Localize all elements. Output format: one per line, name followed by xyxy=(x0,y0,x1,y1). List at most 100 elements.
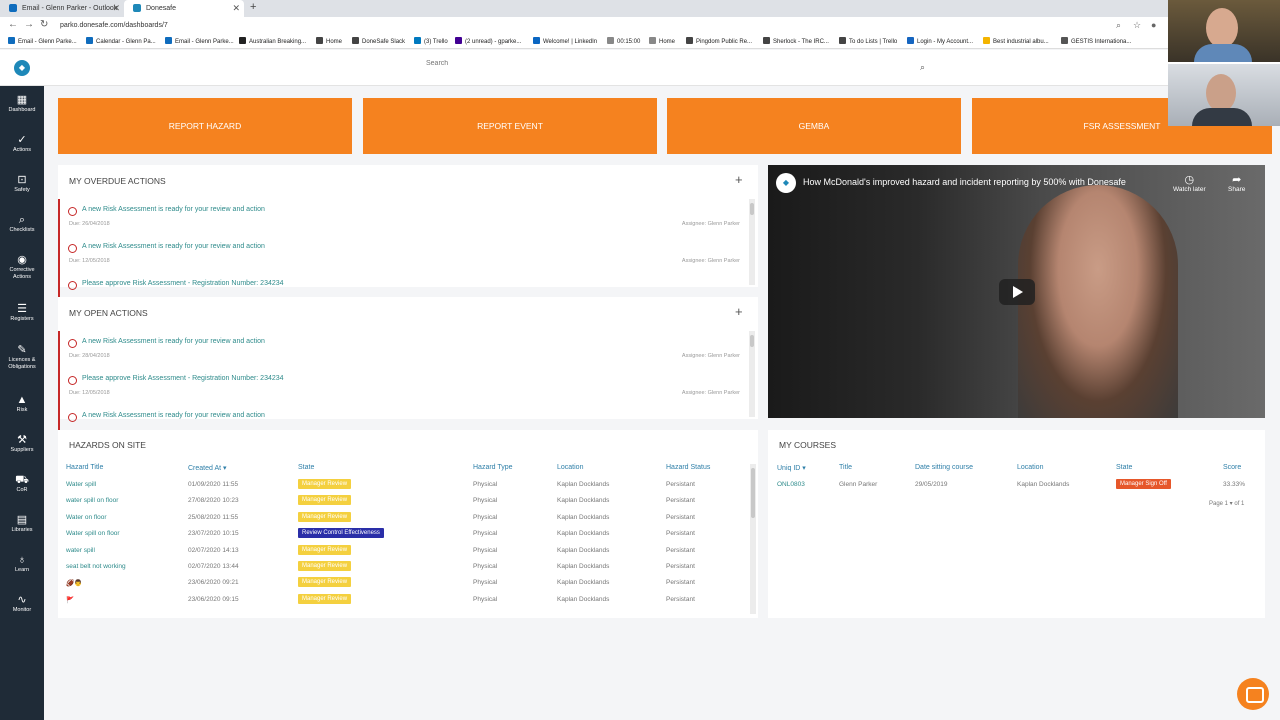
hazard-title[interactable]: water spill on floor xyxy=(66,497,118,504)
watch-later-button[interactable]: ◷ Watch later xyxy=(1173,173,1206,193)
reload-icon[interactable]: ↻ xyxy=(40,19,48,30)
channel-logo-icon[interactable]: ◆ xyxy=(776,173,796,193)
video-title[interactable]: How McDonald's improved hazard and incid… xyxy=(803,177,1126,187)
action-title[interactable]: A new Risk Assessment is ready for your … xyxy=(82,412,265,419)
hazard-title[interactable]: Water spill on floor xyxy=(66,530,120,537)
bookmark-item[interactable]: Email - Glenn Parke... xyxy=(8,37,77,45)
table-row[interactable]: seat belt not working 02/07/2020 13:44 Man… xyxy=(58,561,748,579)
close-icon[interactable]: ✕ xyxy=(232,3,240,14)
course-id[interactable]: ONL0803 xyxy=(777,481,805,488)
table-row[interactable]: ONL0803 Glenn Parker 29/05/2019 Kaplan Dock… xyxy=(768,479,1258,497)
column-header[interactable]: Uniq ID ▾ xyxy=(777,464,806,472)
sidebar-item-safety[interactable]: ⊡ Safety xyxy=(0,174,44,194)
bookmark-item[interactable]: Login - My Account... xyxy=(907,37,973,45)
bookmark-item[interactable]: Home xyxy=(316,37,342,45)
table-row[interactable]: Water spill on floor 23/07/2020 10:15 Revi… xyxy=(58,528,748,546)
sidebar-item-monitor[interactable]: ∿ Monitor xyxy=(0,594,44,614)
bookmark-item[interactable]: Calendar - Glenn Pa... xyxy=(86,37,156,45)
sidebar-item-learn[interactable]: ♁ Learn xyxy=(0,554,44,574)
browser-tab-outlook[interactable]: Email - Glenn Parker - Outlook ✕ xyxy=(0,0,124,17)
column-header[interactable]: State xyxy=(298,464,314,471)
extension-icon[interactable]: ● xyxy=(1151,20,1156,30)
browser-tab-donesafe[interactable]: Donesafe ✕ xyxy=(124,0,244,17)
back-icon[interactable]: ← xyxy=(8,19,18,30)
hazard-title[interactable]: water spill xyxy=(66,547,95,554)
bookmark-item[interactable]: GESTIS Internationa... xyxy=(1061,37,1131,45)
column-header[interactable]: Score xyxy=(1223,464,1241,471)
column-header[interactable]: Location xyxy=(1017,464,1043,471)
column-header[interactable]: Location xyxy=(557,464,583,471)
bookmark-item[interactable]: 00:15:00 xyxy=(607,37,640,45)
search-icon[interactable]: ⌕ xyxy=(920,62,925,73)
bookmark-item[interactable]: Home xyxy=(649,37,675,45)
sidebar-item-licences[interactable]: ✎ Licences & Obligations xyxy=(0,344,44,371)
bookmark-item[interactable]: (3) Trello xyxy=(414,37,448,45)
action-item[interactable]: A new Risk Assessment is ready for your … xyxy=(58,236,746,273)
video-player[interactable]: ◆ How McDonald's improved hazard and inc… xyxy=(768,165,1265,418)
plus-icon[interactable]: + xyxy=(735,172,743,187)
column-header[interactable]: Hazard Type xyxy=(473,464,513,471)
sidebar-item-risk[interactable]: ▲ Risk xyxy=(0,394,44,414)
report-event-button[interactable]: REPORT EVENT xyxy=(363,98,657,154)
chat-widget-button[interactable] xyxy=(1237,678,1269,710)
sidebar-item-libraries[interactable]: ▤ Libraries xyxy=(0,514,44,534)
hazard-title[interactable]: Water on floor xyxy=(66,514,107,521)
action-title[interactable]: A new Risk Assessment is ready for your … xyxy=(82,243,265,250)
bookmark-item[interactable]: Pingdom Public Re... xyxy=(686,37,752,45)
table-row[interactable]: water spill 02/07/2020 14:13 Manager Revie… xyxy=(58,544,748,563)
column-header[interactable]: Date sitting course xyxy=(915,464,973,471)
column-header[interactable]: Hazard Status xyxy=(666,464,710,471)
gemba-button[interactable]: GEMBA xyxy=(667,98,961,154)
table-row[interactable]: 🏈👨 23/06/2020 09:21 Manager Review Physical… xyxy=(58,577,748,595)
donesafe-logo-icon[interactable]: ◆ xyxy=(14,60,30,76)
close-icon[interactable]: ✕ xyxy=(112,3,120,14)
forward-icon[interactable]: → xyxy=(24,19,34,30)
table-row[interactable]: Water on floor 25/08/2020 11:55 Manager Re… xyxy=(58,511,748,530)
scrollbar[interactable] xyxy=(749,199,755,285)
bookmark-item[interactable]: Sherlock - The IRC... xyxy=(763,37,829,45)
zoom-icon[interactable]: ⌕ xyxy=(1116,20,1121,31)
plus-icon[interactable]: + xyxy=(735,304,743,319)
table-row[interactable]: 🚩 23/06/2020 09:15 Manager Review Physical K… xyxy=(58,593,748,612)
bookmark-item[interactable]: Best industrial albu... xyxy=(983,37,1049,45)
action-title[interactable]: A new Risk Assessment is ready for your … xyxy=(82,206,265,213)
sidebar-item-dashboard[interactable]: ▦ Dashboard xyxy=(0,94,44,114)
action-item[interactable]: Please approve Risk Assessment - Registr… xyxy=(58,368,746,405)
bookmark-item[interactable]: (2 unread) - gparke... xyxy=(455,37,521,45)
star-icon[interactable]: ☆ xyxy=(1133,20,1141,31)
report-hazard-button[interactable]: REPORT HAZARD xyxy=(58,98,352,154)
url-field[interactable]: parko.donesafe.com/dashboards/7 xyxy=(60,22,168,29)
sidebar-item-registers[interactable]: ☰ Registers xyxy=(0,303,44,323)
pagination[interactable]: Page 1 ▾ of 1 xyxy=(1209,500,1244,507)
play-button[interactable] xyxy=(999,279,1035,305)
sidebar-item-actions[interactable]: ✓ Actions xyxy=(0,134,44,154)
action-title[interactable]: A new Risk Assessment is ready for your … xyxy=(82,338,265,345)
sidebar-item-corrective[interactable]: ◉ Corrective Actions xyxy=(0,254,44,281)
hazard-title[interactable]: 🏈👨 xyxy=(66,579,82,587)
scrollbar[interactable] xyxy=(749,331,755,417)
bookmark-item[interactable]: Australian Breaking... xyxy=(239,37,306,45)
scrollbar[interactable] xyxy=(750,464,756,614)
table-row[interactable]: Water spill 01/09/2020 11:55 Manager Revie… xyxy=(58,479,748,497)
bookmark-item[interactable]: Welcome! | LinkedIn xyxy=(533,37,597,45)
table-row[interactable]: water spill on floor 27/08/2020 10:23 Mana… xyxy=(58,495,748,513)
action-title[interactable]: Please approve Risk Assessment - Registr… xyxy=(82,375,284,382)
hazard-title[interactable]: seat belt not working xyxy=(66,563,126,570)
column-header[interactable]: Title xyxy=(839,464,852,471)
column-header[interactable]: State xyxy=(1116,464,1132,471)
action-item[interactable]: A new Risk Assessment is ready for your … xyxy=(58,331,746,368)
bookmark-item[interactable]: To do Lists | Trello xyxy=(839,37,897,45)
column-header[interactable]: Hazard Title xyxy=(66,464,103,471)
action-title[interactable]: Please approve Risk Assessment - Registr… xyxy=(82,280,284,287)
share-button[interactable]: ➦ Share xyxy=(1228,173,1245,193)
column-header[interactable]: Created At ▾ xyxy=(188,464,227,472)
search-input[interactable] xyxy=(426,60,926,67)
sidebar-item-suppliers[interactable]: ⚒ Suppliers xyxy=(0,434,44,454)
sidebar-item-cor[interactable]: ⛟ CoR xyxy=(0,474,44,494)
new-tab-button[interactable]: + xyxy=(250,1,256,13)
action-item[interactable]: A new Risk Assessment is ready for your … xyxy=(58,199,746,236)
bookmark-item[interactable]: DoneSafe Slack xyxy=(352,37,405,45)
sidebar-item-checklists[interactable]: ⌕ Checklists xyxy=(0,214,44,234)
bookmark-item[interactable]: Email - Glenn Parke... xyxy=(165,37,234,45)
hazard-title[interactable]: 🚩 xyxy=(66,596,74,604)
